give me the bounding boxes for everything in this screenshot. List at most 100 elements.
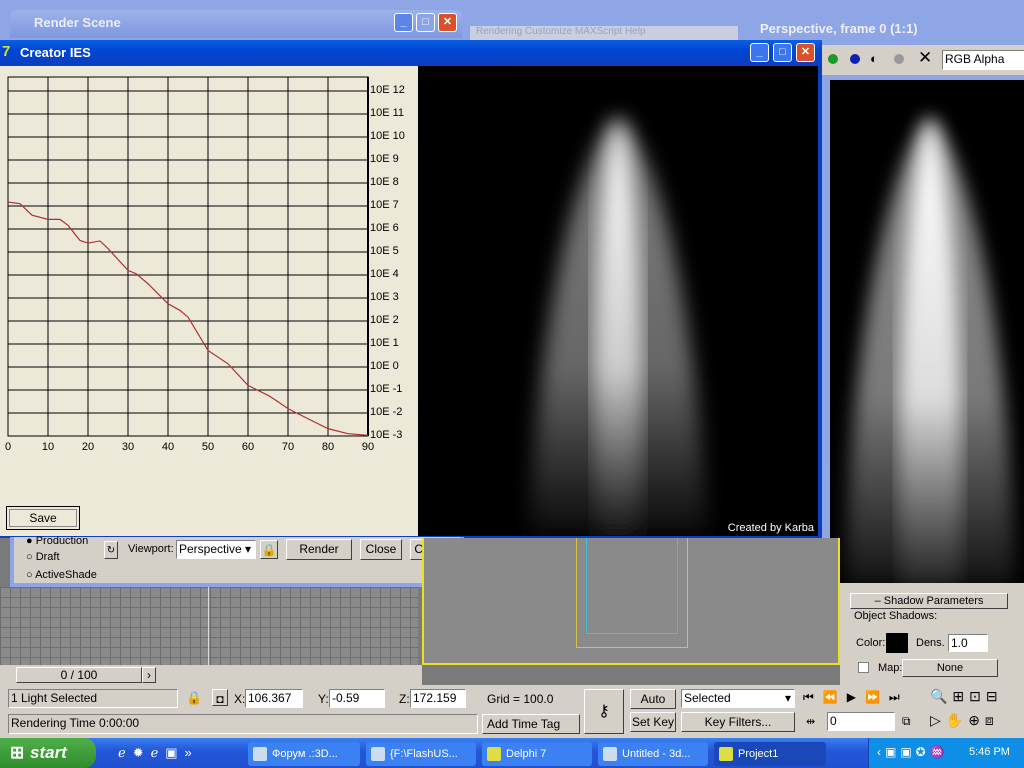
front-viewport[interactable] [0,587,418,665]
z-coordinate-input[interactable]: 172.159 [410,689,466,708]
zoom-icon[interactable]: 🔍⊞⊡⊟ [930,688,1003,705]
y-tick-label: 10E 10 [370,130,405,142]
y-tick-label: 10E 5 [370,245,399,257]
lock-icon[interactable]: 🔒 [186,690,202,706]
plot-frame [7,76,369,437]
y-tick-label: 10E 8 [370,176,399,188]
taskbar-item-3dsmax[interactable]: Untitled - 3d... [598,742,708,766]
playback-controls[interactable]: ⏮⏪▶⏩⏭ [803,690,909,705]
y-tick-label: 10E -3 [370,429,403,441]
minimize-button[interactable]: _ [750,43,769,62]
x-tick-label: 60 [241,441,255,453]
lock-icon[interactable]: 🔒 [260,540,278,559]
radio-draft[interactable]: ○ Draft [26,551,60,563]
z-label: Z: [399,692,410,706]
prompt-line: Rendering Time 0:00:00 [8,714,478,734]
y-tick-label: 10E 7 [370,199,399,211]
y-tick-label: 10E -2 [370,406,403,418]
y-tick-label: 10E 0 [370,360,399,372]
blue-channel-icon[interactable] [850,54,860,64]
key-mode-select[interactable]: Selected ▾ [681,689,795,708]
key-mode-toggle-icon[interactable]: ⇹ [806,715,815,728]
y-label: Y: [318,692,329,706]
shadow-color-swatch[interactable] [886,633,908,653]
time-config-icon[interactable]: ⧉ [902,714,911,729]
radio-activeshade[interactable]: ○ ActiveShade [26,569,97,581]
frame-window-title: Perspective, frame 0 (1:1) [760,21,918,36]
map-checkbox[interactable] [858,662,869,673]
radio-production[interactable]: ● Production [26,535,88,547]
clear-icon[interactable]: ✕ [918,48,932,68]
light-beam-image [528,116,708,536]
start-button[interactable]: ⊞ start [0,738,96,768]
viewport-select[interactable]: Perspective ▾ [176,540,256,559]
x-tick-label: 0 [4,441,12,453]
clock: 5:46 PM [969,746,1010,758]
intensity-curve [7,201,369,436]
alpha-icon[interactable] [894,54,904,64]
status-bar: 1 Light Selected 🔒 ◘ X: 106.367 Y: -0.59… [0,685,1024,738]
dens-label: Dens. [916,637,945,649]
green-channel-icon[interactable] [828,54,838,64]
add-time-tag-button[interactable]: Add Time Tag [482,714,580,734]
quick-launch-icons[interactable]: ℯ✹ℯ▣» [118,745,199,761]
channel-select[interactable]: RGB Alpha [942,50,1024,70]
close-button[interactable]: ✕ [438,13,457,32]
credit-label: Created by Karba [727,522,814,534]
taskbar-item-project1[interactable]: Project1 [714,742,826,766]
frame-render-image [830,80,1024,584]
time-slider-bar: 0 / 100 › [0,665,422,685]
y-tick-label: 10E 6 [370,222,399,234]
y-tick-label: 10E 2 [370,314,399,326]
object-shadows-group: Object Shadows: [854,610,938,622]
current-frame-input[interactable]: 0 [827,712,895,731]
auto-key-button[interactable]: Auto Key [630,689,676,724]
next-frame-button[interactable]: › [142,667,156,683]
grid-size: Grid = 100.0 [487,692,554,706]
mono-icon[interactable]: ◐ [870,51,878,66]
selection-status: 1 Light Selected [8,689,178,708]
x-tick-label: 10 [41,441,55,453]
windows-logo-icon: ⊞ [10,743,25,762]
y-tick-label: 10E 3 [370,291,399,303]
time-slider[interactable]: 0 / 100 [16,667,142,683]
y-tick-label: 10E 12 [370,84,405,96]
system-tray: ‹▣▣✪♒ 5:46 PM [868,738,1024,768]
y-tick-label: 10E 9 [370,153,399,165]
ies-intensity-chart [7,76,369,437]
x-tick-label: 40 [161,441,175,453]
perspective-viewport[interactable] [422,538,840,665]
tray-icons[interactable]: ‹▣▣✪♒ [877,745,949,759]
key-filters-button[interactable]: Key Filters... [681,712,795,732]
x-tick-label: 70 [281,441,295,453]
ies-render-preview: Created by Karba [418,66,818,536]
x-tick-label: 50 [201,441,215,453]
y-tick-label: 10E 11 [370,107,405,119]
y-coordinate-input[interactable]: -0.59 [329,689,385,708]
map-button[interactable]: None [902,659,998,677]
close-button[interactable]: ✕ [796,43,815,62]
density-input[interactable]: 1.0 [948,634,988,652]
x-label: X: [234,692,246,706]
menu-bar-ghost: Rendering Customize MAXScript Help [470,26,740,40]
save-button[interactable]: Save [6,506,80,530]
y-tick-label: 10E -1 [370,383,403,395]
y-tick-label: 10E 4 [370,268,399,280]
transform-mode-icon[interactable]: ◘ [212,689,228,706]
viewport-label: Viewport: [128,543,174,555]
render-button[interactable]: Render [286,539,352,560]
taskbar-item-forum[interactable]: Форум .:3D... [248,742,360,766]
close-button[interactable]: Close [360,539,402,560]
light-beam-image [845,115,1015,584]
set-key-button[interactable]: Set Key [630,712,676,732]
taskbar-item-flash[interactable]: {F:\FlashUS... [366,742,476,766]
y-tick-label: 10E 1 [370,337,399,349]
taskbar-item-delphi[interactable]: Delphi 7 [482,742,592,766]
refresh-icon[interactable]: ↻ [104,541,118,559]
x-coordinate-input[interactable]: 106.367 [245,689,303,708]
set-key-icon[interactable]: ⚷ [584,689,624,734]
shadow-parameters-rollout[interactable]: – Shadow Parameters [850,593,1008,609]
maximize-button[interactable]: □ [773,43,792,62]
x-tick-label: 30 [121,441,135,453]
pan-icon[interactable]: ▷✋⊕⧈ [930,712,999,729]
